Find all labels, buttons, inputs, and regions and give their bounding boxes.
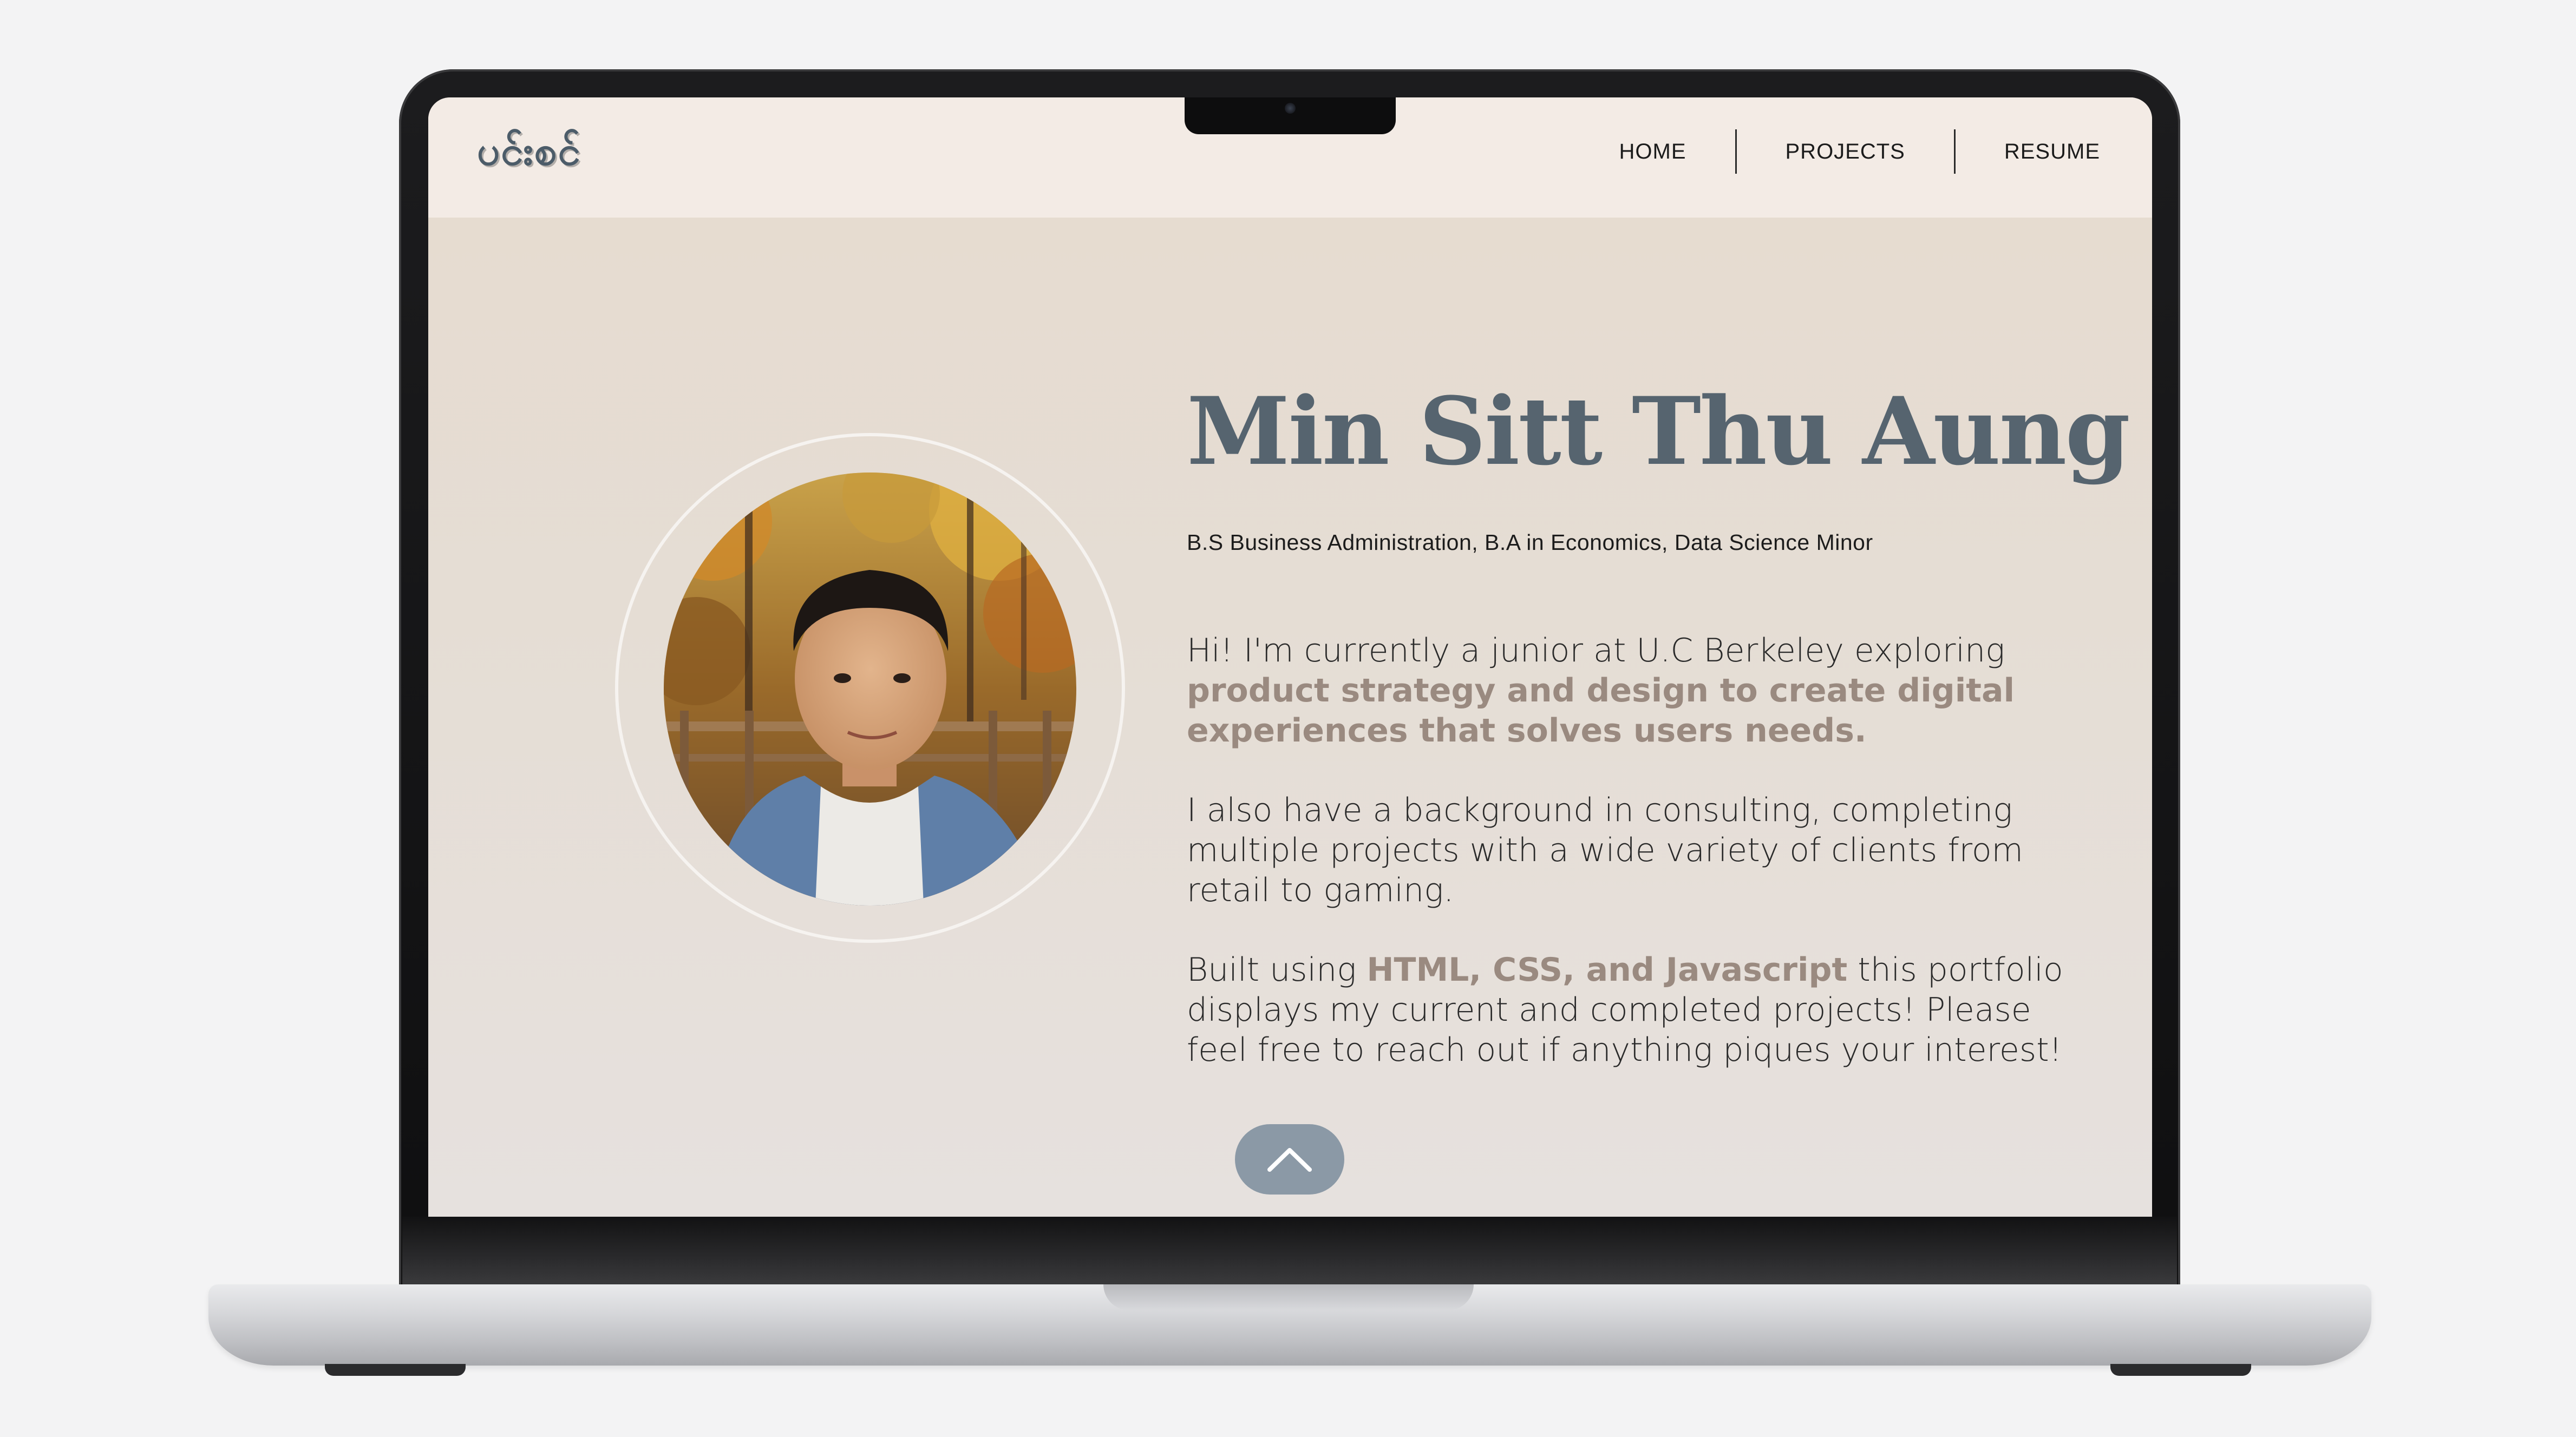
- camera-icon: [1285, 103, 1296, 114]
- bio-paragraph-intro: Hi! I'm currently a junior at U.C Berkel…: [1187, 631, 2085, 751]
- bio-portfolio-highlight: HTML, CSS, and Javascript: [1367, 951, 1848, 989]
- bio-portfolio-intro: Built using: [1187, 951, 1367, 989]
- profile-photo: [664, 473, 1076, 905]
- scroll-to-top-button[interactable]: [1235, 1124, 1344, 1195]
- profile-photo-illustration: [664, 473, 1076, 905]
- nav-link-home[interactable]: HOME: [1571, 140, 1735, 164]
- camera-notch: [1185, 97, 1396, 134]
- bio-intro-highlight: product strategy and design to create di…: [1187, 672, 2015, 750]
- laptop-foot-left: [325, 1364, 466, 1376]
- laptop-opening-notch: [1103, 1284, 1474, 1310]
- bio-paragraph-portfolio: Built using HTML, CSS, and Javascript th…: [1187, 950, 2085, 1070]
- degree-subtitle: B.S Business Administration, B.A in Econ…: [1187, 530, 1873, 555]
- webpage-screen: ပင်းစင် HOME PROJECTS RESUME Min Sitt Th…: [428, 97, 2152, 1217]
- nav-links: HOME PROJECTS RESUME: [1571, 129, 2101, 174]
- laptop-foot-right: [2110, 1364, 2251, 1376]
- chevron-up-icon: [1267, 1148, 1312, 1172]
- nav-link-projects[interactable]: PROJECTS: [1737, 140, 1954, 164]
- site-logo[interactable]: ပင်းစင်: [477, 126, 581, 185]
- bio-paragraph-consulting: I also have a background in consulting, …: [1187, 791, 2023, 909]
- nav-link-resume[interactable]: RESUME: [1956, 140, 2100, 164]
- laptop-hinge: [402, 1217, 2177, 1286]
- bio-intro-text: Hi! I'm currently a junior at U.C Berkel…: [1187, 632, 2005, 670]
- hero-name: Min Sitt Thu Aung: [1187, 376, 2130, 486]
